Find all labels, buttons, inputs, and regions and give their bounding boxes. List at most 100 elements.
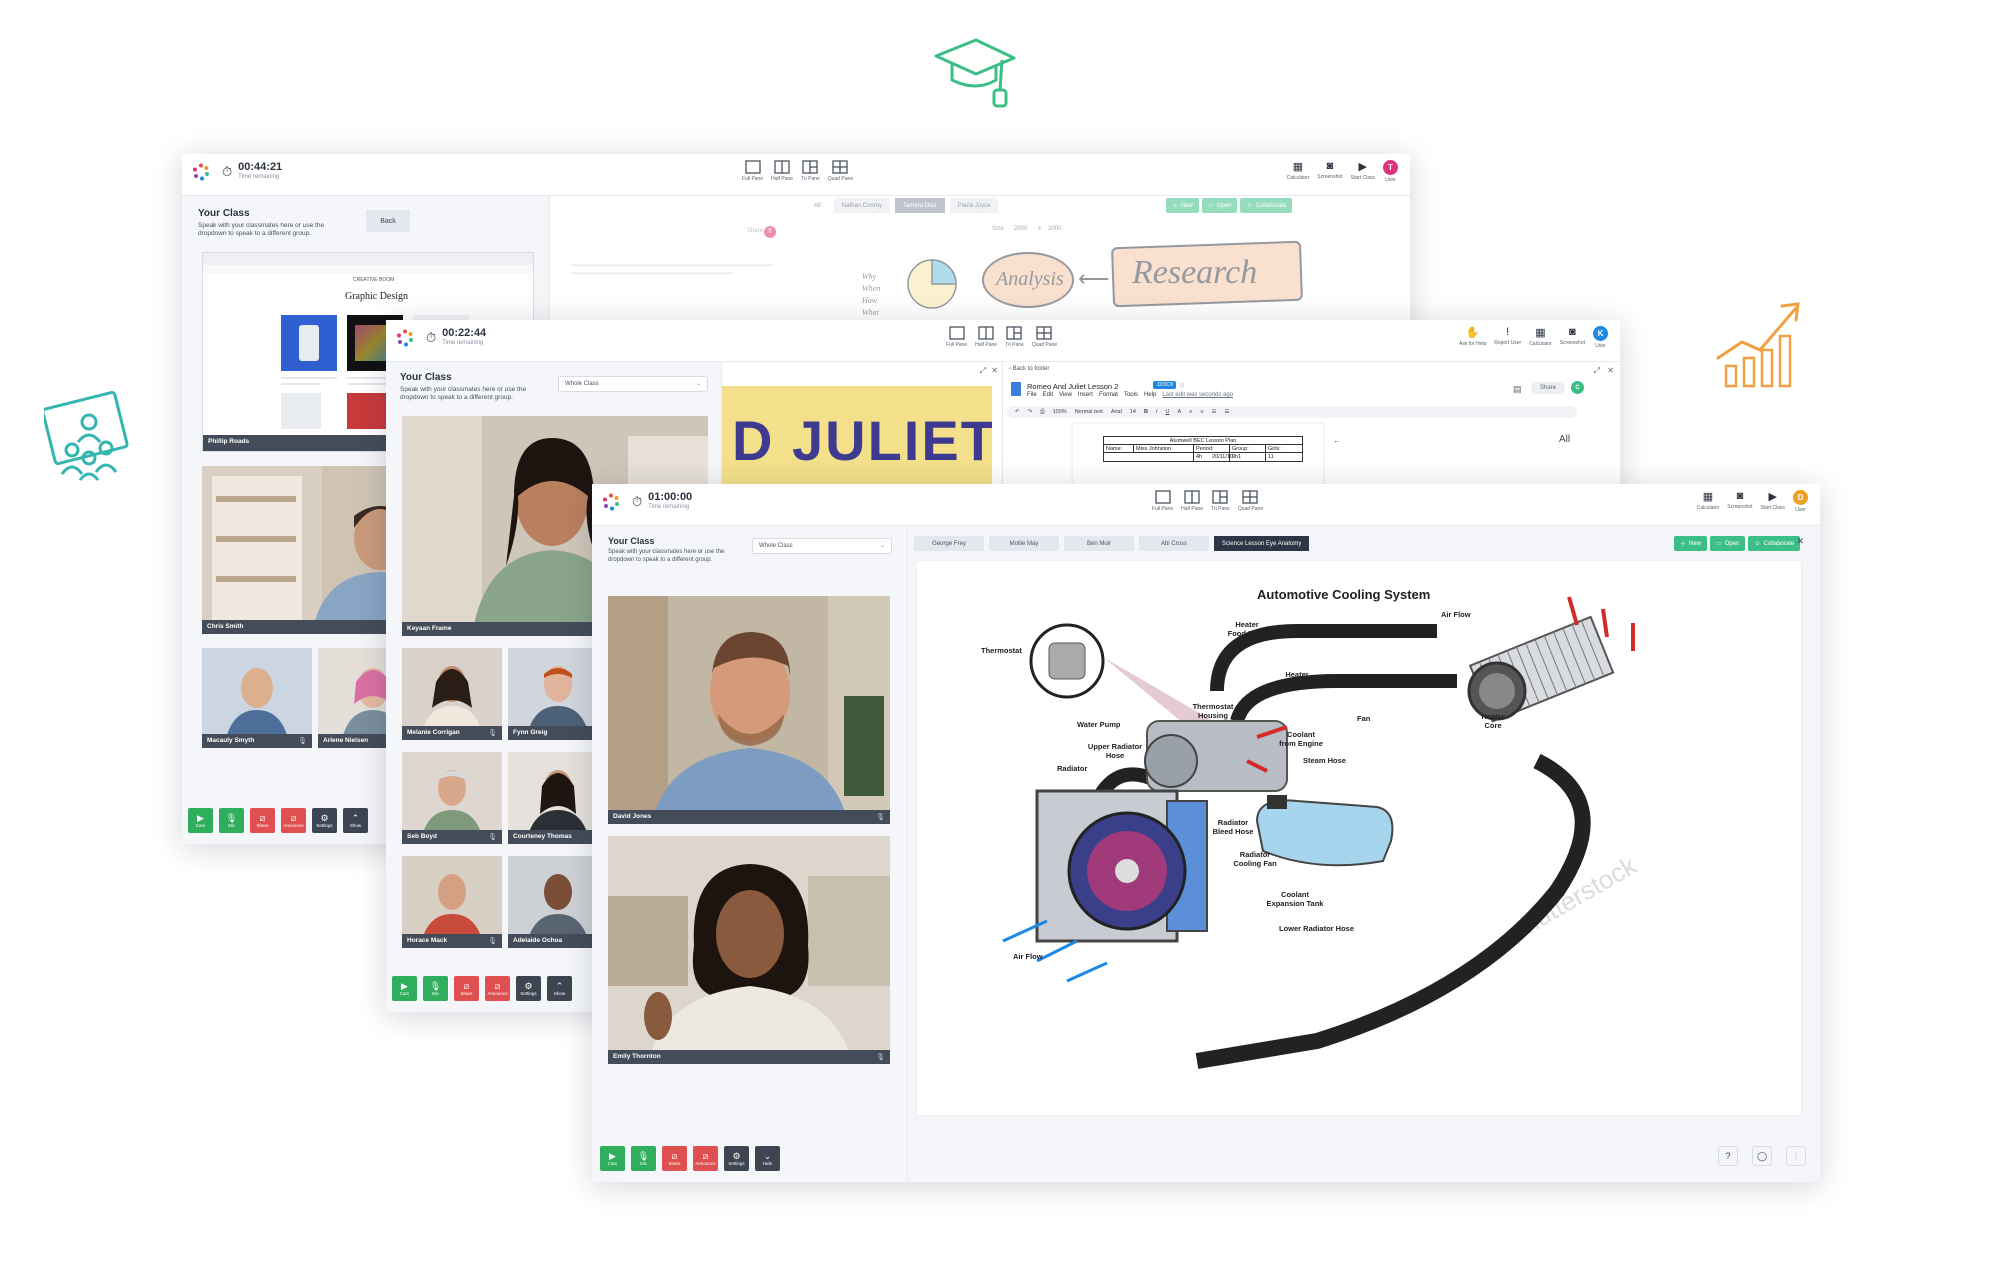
menu-format[interactable]: Format	[1099, 392, 1118, 398]
user-button[interactable]: K User	[1593, 326, 1608, 349]
mic-button[interactable]: 🎙 Mic	[423, 976, 448, 1001]
menu-tools[interactable]: Tools	[1124, 392, 1138, 398]
comment-icon[interactable]: ▤	[1513, 384, 1522, 395]
collaborate-button[interactable]: ☺ Collaborate	[1748, 536, 1801, 551]
tri-pane-button[interactable]: Tri Pane	[1005, 326, 1024, 348]
cam-button[interactable]: ▶ Cam	[600, 1146, 625, 1171]
settings-button[interactable]: ⚙ Settings	[516, 976, 541, 1001]
doc-share-button[interactable]: Share	[1531, 382, 1565, 394]
calculator-button[interactable]: ▦ Calculator	[1287, 160, 1310, 181]
group-dropdown[interactable]: Whole Class ⌄	[752, 538, 892, 554]
tab-paula-joyce[interactable]: Paula Joyce	[949, 198, 999, 213]
back-button[interactable]: Back	[366, 210, 410, 232]
bold-icon[interactable]: B	[1144, 409, 1148, 415]
half-pane-button[interactable]: Half Pane	[771, 160, 793, 182]
close-icon[interactable]: ✕	[1796, 536, 1804, 547]
zoom-select[interactable]: 100%	[1053, 409, 1067, 415]
tab-all[interactable]: All	[806, 198, 829, 213]
underline-icon[interactable]: U	[1165, 409, 1169, 415]
report-user-button[interactable]: ! Report User	[1494, 326, 1521, 346]
menu-insert[interactable]: Insert	[1078, 392, 1093, 398]
open-button[interactable]: ▭ Open	[1202, 198, 1238, 213]
redo-icon[interactable]: ↷	[1028, 409, 1033, 415]
expand-icon[interactable]: ⤢	[1594, 366, 1600, 376]
video-tile-macauly-smyth[interactable]: Macauly Smyth 🎙	[202, 648, 312, 748]
font-select[interactable]: Arial	[1111, 409, 1122, 415]
video-tile-horace-mack[interactable]: Horace Mack 🎙	[402, 856, 502, 948]
ask-for-help-button[interactable]: ✋ Ask for Help	[1459, 326, 1486, 347]
close-icon[interactable]: ✕	[1607, 366, 1614, 375]
size-height[interactable]: 2000	[1048, 226, 1061, 232]
new-button[interactable]: ＋ New	[1166, 198, 1200, 213]
collaborate-button[interactable]: ☺ Collaborate	[1240, 198, 1293, 213]
menu-file[interactable]: File	[1027, 392, 1037, 398]
share-button[interactable]: ⧄ Share	[662, 1146, 687, 1171]
announce-button[interactable]: ⧄ Announce	[693, 1146, 718, 1171]
group-dropdown[interactable]: Whole Class ⌄	[558, 376, 708, 392]
screenshot-button[interactable]: ◙ Screenshot	[1560, 326, 1585, 346]
share-button[interactable]: ⧄ Share	[454, 976, 479, 1001]
tab-mollie-may[interactable]: Mollie May	[989, 536, 1059, 551]
numbered-list-icon[interactable]: ☰	[1225, 409, 1230, 415]
star-icon[interactable]: ☆	[1179, 381, 1185, 389]
tri-pane-button[interactable]: Tri Pane	[801, 160, 820, 182]
new-button[interactable]: ＋ New	[1674, 536, 1708, 551]
text-color-icon[interactable]: A	[1177, 409, 1181, 415]
arrow-left-icon[interactable]: ←	[1333, 436, 1341, 445]
full-pane-button[interactable]: Full Pane	[742, 160, 763, 182]
help-icon[interactable]: ?	[1718, 1146, 1738, 1166]
announce-button[interactable]: ⧄ Announce	[485, 976, 510, 1001]
full-pane-button[interactable]: Full Pane	[1152, 490, 1173, 512]
last-edit-status[interactable]: Last edit was seconds ago	[1162, 392, 1233, 398]
screenshot-button[interactable]: ◙ Screenshot	[1727, 490, 1752, 510]
show-button[interactable]: ⌃ Show	[547, 976, 572, 1001]
video-tile-seb-boyd[interactable]: Seb Boyd 🎙	[402, 752, 502, 844]
tri-pane-button[interactable]: Tri Pane	[1211, 490, 1230, 512]
start-class-button[interactable]: ▶ Start Class	[1761, 490, 1785, 511]
style-select[interactable]: Normal text	[1075, 409, 1103, 415]
video-tile-david-jones[interactable]: David Jones 🎙	[608, 596, 890, 824]
diagram-canvas[interactable]: shutterstock Automotive Cooling System T…	[916, 560, 1802, 1116]
user-button[interactable]: D User	[1793, 490, 1808, 513]
hide-button[interactable]: ⌄ Hide	[755, 1146, 780, 1171]
half-pane-button[interactable]: Half Pane	[975, 326, 997, 348]
cam-button[interactable]: ▶ Cam	[392, 976, 417, 1001]
print-icon[interactable]: ⎙	[1040, 409, 1044, 416]
quad-pane-button[interactable]: Quad Pane	[828, 160, 853, 182]
tab-nathan-conroy[interactable]: Nathan Conroy	[833, 198, 891, 213]
align-left-icon[interactable]: ≡	[1189, 409, 1192, 415]
tab-george-frey[interactable]: George Frey	[914, 536, 984, 551]
half-pane-button[interactable]: Half Pane	[1181, 490, 1203, 512]
sliders-icon[interactable]: ⫶	[1786, 1146, 1806, 1166]
undo-icon[interactable]: ↶	[1015, 409, 1020, 415]
show-button[interactable]: ⌃ Show	[343, 808, 368, 833]
mic-button[interactable]: 🎙 Mic	[631, 1146, 656, 1171]
close-icon[interactable]: ✕	[991, 366, 998, 375]
italic-icon[interactable]: I	[1156, 409, 1158, 415]
tab-tamera-diaz[interactable]: Tamera Diaz	[895, 198, 945, 213]
align-center-icon[interactable]: ≡	[1200, 409, 1203, 415]
announce-button[interactable]: ⧄ Announce	[281, 808, 306, 833]
user-button[interactable]: T User	[1383, 160, 1398, 183]
screenshot-button[interactable]: ◙ Screenshot	[1317, 160, 1342, 180]
tab-ben-muir[interactable]: Ben Muir	[1064, 536, 1134, 551]
full-pane-button[interactable]: Full Pane	[946, 326, 967, 348]
font-size-select[interactable]: 14	[1130, 409, 1136, 415]
size-width[interactable]: 2000	[1014, 226, 1027, 232]
menu-view[interactable]: View	[1059, 392, 1072, 398]
calculator-button[interactable]: ▦ Calculator	[1697, 490, 1720, 511]
calculator-button[interactable]: ▦ Calculator	[1529, 326, 1552, 347]
chat-icon[interactable]: ◯	[1752, 1146, 1772, 1166]
back-to-folder-link[interactable]: ‹ Back to folder	[1009, 366, 1049, 372]
expand-icon[interactable]: ⤢	[980, 366, 986, 376]
bullet-list-icon[interactable]: ☰	[1212, 409, 1217, 415]
mic-button[interactable]: 🎙 Mic	[219, 808, 244, 833]
open-button[interactable]: ▭ Open	[1710, 536, 1746, 551]
menu-help[interactable]: Help	[1144, 392, 1156, 398]
settings-button[interactable]: ⚙ Settings	[312, 808, 337, 833]
cam-button[interactable]: ▶ Cam	[188, 808, 213, 833]
tab-abi-cross[interactable]: Abi Cross	[1139, 536, 1209, 551]
start-class-button[interactable]: ▶ Start Class	[1351, 160, 1375, 181]
video-tile-emily-thornton[interactable]: Emily Thornton 🎙	[608, 836, 890, 1064]
filter-all-label[interactable]: All	[1559, 434, 1570, 445]
